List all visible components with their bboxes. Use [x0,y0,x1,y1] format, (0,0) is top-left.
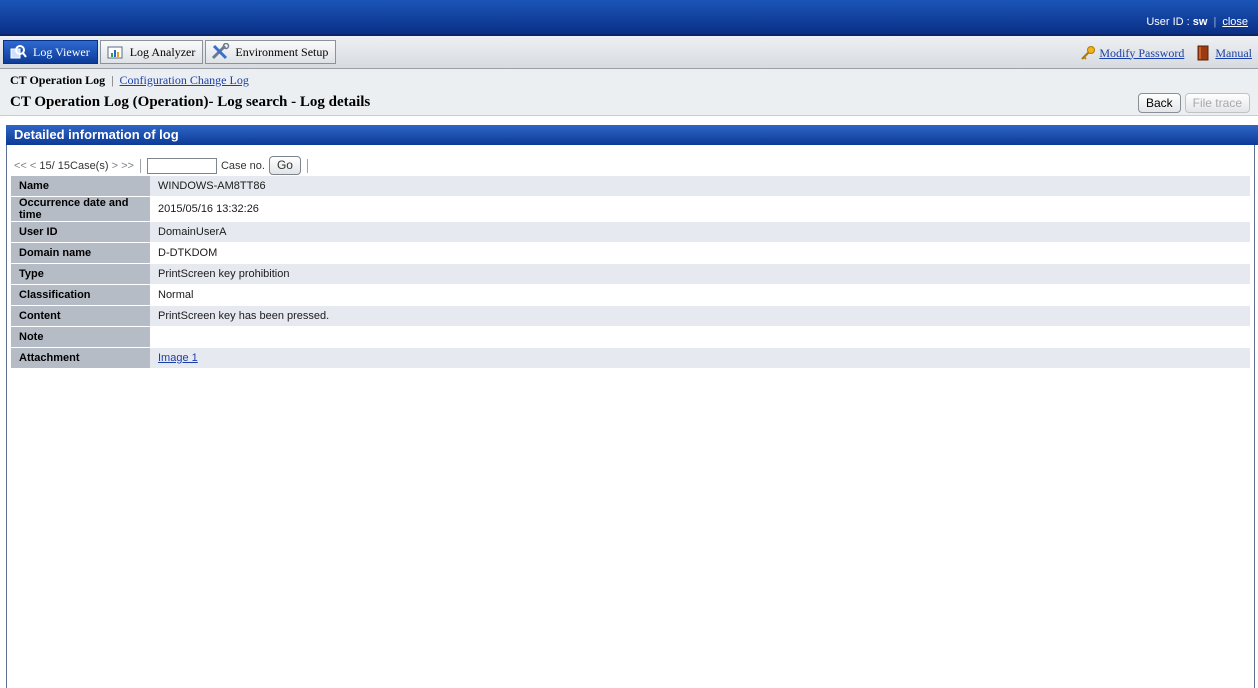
row-value-classification: Normal [150,284,1250,306]
section-title-bar: Detailed information of log [6,125,1258,145]
attachment-image-link[interactable]: Image 1 [158,352,198,364]
chart-icon [105,43,125,61]
next-page-button[interactable]: > [112,160,118,172]
row-value-user-id: DomainUserA [150,221,1250,243]
case-number-input[interactable] [146,157,217,174]
modify-password-link[interactable]: Modify Password [1099,46,1184,61]
user-id-value: sw [1192,16,1208,28]
row-value-type: PrintScreen key prohibition [150,263,1250,285]
pager-divider [139,158,141,173]
manual-link[interactable]: Manual [1215,46,1252,61]
pager-divider-2 [306,158,308,173]
row-label-note: Note [11,326,150,348]
row-value-note [150,326,1250,348]
back-button[interactable]: Back [1137,93,1181,113]
last-page-button[interactable]: >> [121,160,134,172]
row-value-name: WINDOWS-AM8TT86 [150,176,1250,197]
tab-log-analyzer[interactable]: Log Analyzer [99,40,204,64]
row-label-occurrence: Occurrence date and time [11,196,150,222]
table-row: Note [11,326,1250,348]
row-label-content: Content [11,305,150,327]
user-id-label: User ID : [1146,16,1193,28]
row-label-name: Name [11,176,150,197]
tab-environment-setup-label: Environment Setup [235,44,329,59]
detail-panel: << < 15/ 15Case(s) > >> Case no. Go Name… [6,145,1255,688]
log-viewer-icon [8,43,28,61]
page-title: CT Operation Log (Operation)- Log search… [10,94,371,110]
case-no-label: Case no. [220,159,265,172]
key-icon [1080,45,1096,61]
prev-page-button[interactable]: < [30,160,36,172]
row-label-type: Type [11,263,150,285]
page-header: CT Operation Log (Operation)- Log search… [0,91,1258,116]
sub-navigation: CT Operation Log | Configuration Change … [0,69,1258,91]
row-label-domain: Domain name [11,242,150,264]
table-row: Classification Normal [11,284,1250,306]
user-info-separator: | [1213,16,1217,28]
first-page-button[interactable]: << [14,160,27,172]
close-link[interactable]: close [1222,16,1248,28]
row-value-content: PrintScreen key has been pressed. [150,305,1250,327]
subnav-current: CT Operation Log [10,72,106,87]
tools-icon [210,43,230,61]
tab-environment-setup[interactable]: Environment Setup [205,40,337,64]
main-tab-bar: Log Viewer Log Analyzer Environment Setu… [0,36,1258,69]
tab-log-viewer[interactable]: Log Viewer [3,40,98,64]
pager: << < 15/ 15Case(s) > >> Case no. Go [14,156,314,175]
top-header-bar: User ID : sw | close [0,0,1258,36]
table-row: User ID DomainUserA [11,221,1250,243]
table-row: Occurrence date and time 2015/05/16 13:3… [11,196,1250,222]
row-label-attachment: Attachment [11,347,150,369]
table-row: Domain name D-DTKDOM [11,242,1250,264]
table-row: Type PrintScreen key prohibition [11,263,1250,285]
pager-status: 15/ 15Case(s) [39,159,109,172]
manual-book-icon [1196,45,1212,61]
table-row: Content PrintScreen key has been pressed… [11,305,1250,327]
user-info: User ID : sw | close [1146,16,1248,28]
row-value-occurrence: 2015/05/16 13:32:26 [150,196,1250,222]
tab-log-viewer-label: Log Viewer [33,44,90,59]
subnav-separator: | [111,72,114,87]
tab-log-analyzer-label: Log Analyzer [129,44,196,59]
table-row: Name WINDOWS-AM8TT86 [11,176,1250,197]
file-trace-button[interactable]: File trace [1184,93,1250,113]
configuration-change-log-link[interactable]: Configuration Change Log [120,73,249,88]
log-detail-table: Name WINDOWS-AM8TT86 Occurrence date and… [11,176,1250,369]
go-button[interactable]: Go [268,156,301,175]
row-label-classification: Classification [11,284,150,306]
row-label-user-id: User ID [11,221,150,243]
row-value-domain: D-DTKDOM [150,242,1250,264]
table-row: Attachment Image 1 [11,347,1250,369]
